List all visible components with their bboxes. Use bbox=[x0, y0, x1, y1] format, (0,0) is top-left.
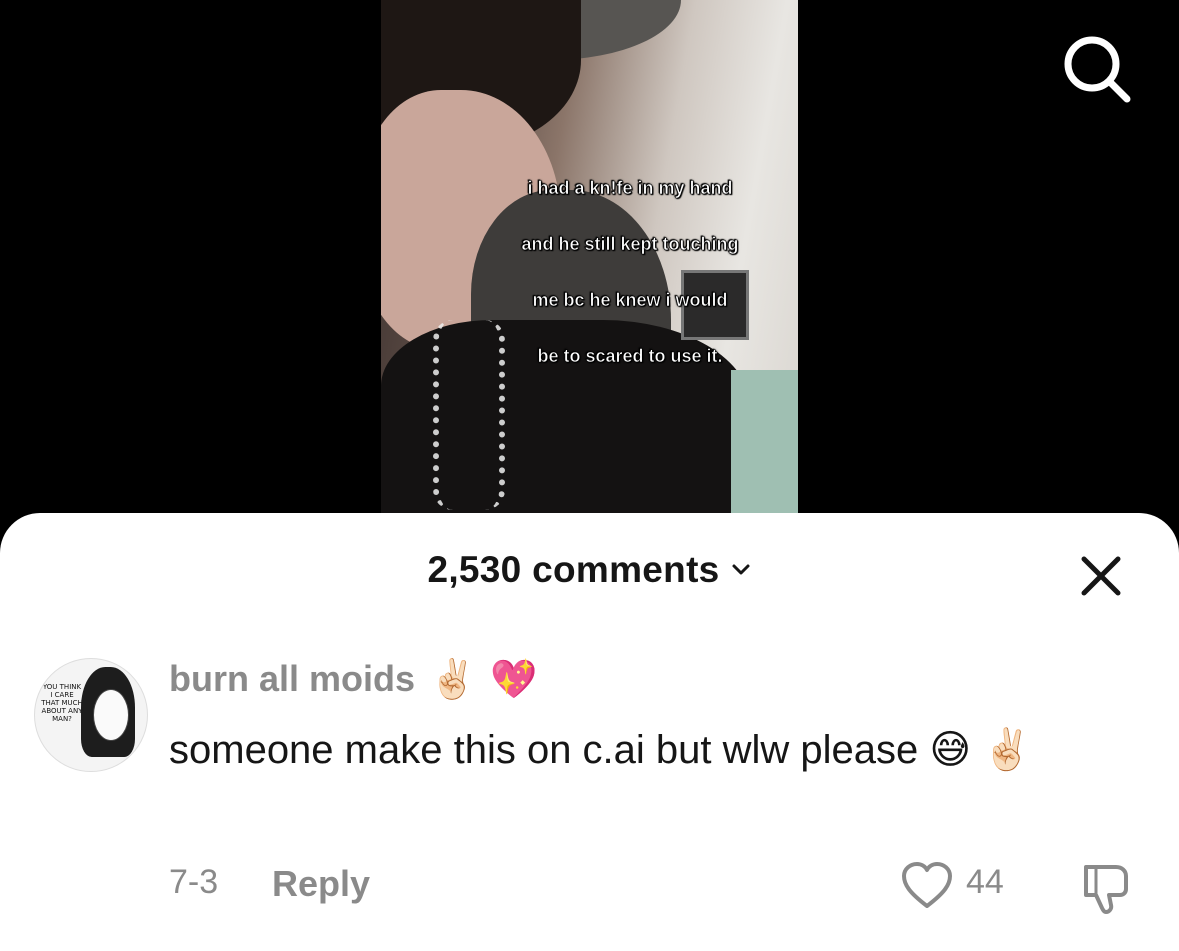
close-icon[interactable] bbox=[1078, 553, 1124, 599]
avatar-face-shape bbox=[93, 689, 129, 741]
comments-header: 2,530 comments bbox=[0, 549, 1179, 599]
video-pearls-shape bbox=[433, 320, 505, 510]
chevron-down-icon bbox=[732, 564, 750, 575]
avatar[interactable]: YOU THINK I CARE THAT MUCH ABOUT ANY MAN… bbox=[34, 658, 148, 772]
search-icon[interactable] bbox=[1058, 30, 1134, 106]
screen: i had a kn!fe in my hand and he still ke… bbox=[0, 0, 1179, 951]
sparkling-heart-emoji: 💖 bbox=[490, 657, 538, 701]
caption-line: be to scared to use it. bbox=[537, 346, 723, 367]
thumbs-down-icon[interactable] bbox=[1078, 861, 1134, 915]
comment-username: burn all moids bbox=[169, 658, 416, 699]
caption-line: and he still kept touching bbox=[521, 234, 739, 255]
avatar-caption: YOU THINK I CARE THAT MUCH ABOUT ANY MAN… bbox=[41, 683, 83, 723]
comment-count-label: 2,530 comments bbox=[427, 549, 720, 590]
reply-button[interactable]: Reply bbox=[272, 863, 370, 905]
comment-count-toggle[interactable]: 2,530 comments bbox=[427, 549, 751, 591]
comment-username-row[interactable]: burn all moids ✌🏻 💖 bbox=[169, 658, 538, 700]
like-count: 44 bbox=[966, 863, 1004, 901]
heart-icon[interactable] bbox=[900, 861, 954, 911]
comments-sheet: 2,530 comments YOU THINK I CARE THAT MUC… bbox=[0, 513, 1179, 951]
caption-line: me bc he knew i would bbox=[532, 290, 728, 311]
video-caption-overlay: i had a kn!fe in my hand and he still ke… bbox=[500, 146, 760, 398]
caption-line: i had a kn!fe in my hand bbox=[527, 178, 733, 199]
comment-date: 7-3 bbox=[169, 863, 219, 901]
comment-text: someone make this on c.ai but wlw please… bbox=[169, 728, 1033, 772]
victory-hand-emoji: ✌🏻 bbox=[429, 657, 477, 701]
